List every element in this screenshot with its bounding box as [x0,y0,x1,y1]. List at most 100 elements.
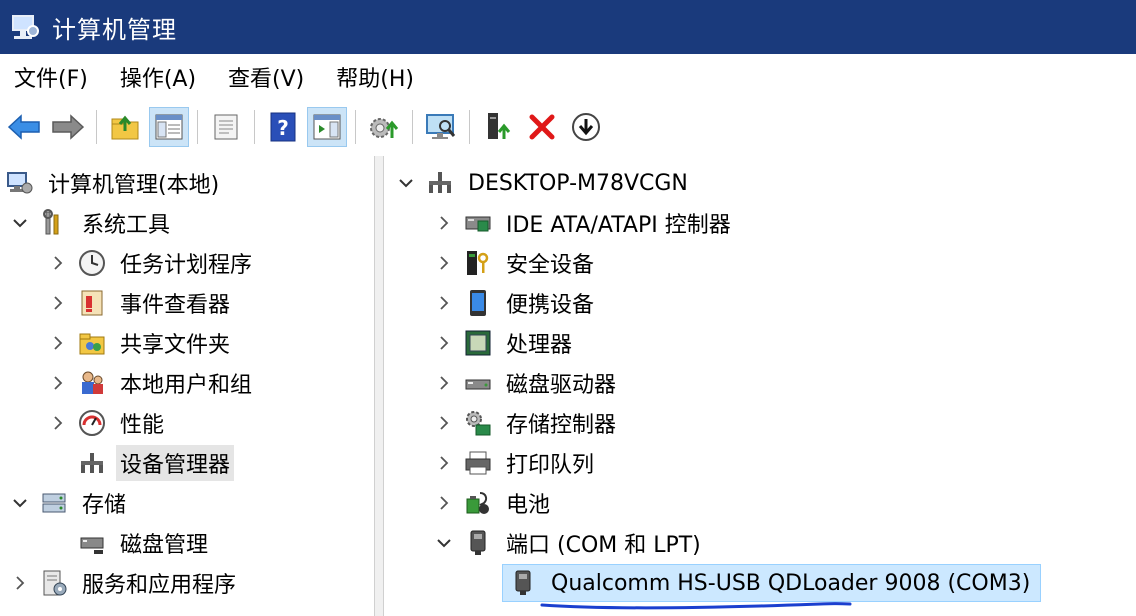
update-driver-icon [370,118,399,138]
show-hide-action-icon [313,114,341,140]
tree-label: 系统工具 [82,213,171,238]
menu-view[interactable]: 查看(V) [228,59,304,95]
ide-controller-icon [462,207,494,239]
toolbar-separator [412,110,413,144]
back-icon [7,114,40,140]
tree-item-device-manager[interactable]: 设备管理器 [76,444,235,482]
chevron-right-icon[interactable] [432,491,456,515]
computer-management-icon [10,12,40,42]
chevron-right-icon[interactable] [432,251,456,275]
device-category-disk-drives[interactable]: 磁盘驱动器 [432,364,620,402]
toolbar-separator [96,110,97,144]
tree-label: 处理器 [506,333,573,358]
processor-icon [462,327,494,359]
chevron-down-icon[interactable] [8,211,32,235]
device-category-portable[interactable]: 便携设备 [432,284,598,322]
chevron-right-icon[interactable] [432,211,456,235]
show-hide-console-tree-button[interactable] [149,107,189,147]
pane-splitter[interactable] [374,156,384,616]
tree-label: 事件查看器 [120,293,231,318]
tree-item-local-users[interactable]: 本地用户和组 [46,364,256,402]
update-driver-button[interactable] [364,107,404,147]
tree-label: 性能 [120,413,165,438]
toolbar-separator [254,110,255,144]
annotation-underline [540,602,852,610]
tree-item-computer-management[interactable]: 计算机管理(本地) [4,164,223,202]
tree-item-services-apps[interactable]: 服务和应用程序 [8,564,240,602]
device-category-ide[interactable]: IDE ATA/ATAPI 控制器 [432,204,735,242]
tree-label: 便携设备 [506,293,595,318]
up-button[interactable] [105,107,145,147]
tree-item-event-viewer[interactable]: 事件查看器 [46,284,234,322]
menu-bar: 文件(F) 操作(A) 查看(V) 帮助(H) [0,54,1136,100]
tree-label: 电池 [506,493,551,518]
tree-item-task-scheduler[interactable]: 任务计划程序 [46,244,256,282]
tree-label: 共享文件夹 [120,333,231,358]
tree-item-system-tools[interactable]: 系统工具 [8,204,174,242]
chevron-right-icon[interactable] [8,571,32,595]
device-tree-computer[interactable]: DESKTOP-M78VCGN [394,164,692,202]
tree-label: 存储控制器 [506,413,617,438]
battery-icon [462,487,494,519]
chevron-right-icon[interactable] [432,331,456,355]
enable-device-button[interactable] [478,107,518,147]
chevron-right-icon[interactable] [432,451,456,475]
chevron-right-icon[interactable] [46,331,70,355]
tree-label: 打印队列 [506,453,595,478]
tree-label: 磁盘驱动器 [506,373,617,398]
port-icon [462,527,494,559]
chevron-down-icon[interactable] [394,171,418,195]
scan-hardware-button[interactable] [421,107,461,147]
users-icon [76,367,108,399]
menu-help[interactable]: 帮助(H) [336,59,414,95]
performance-icon [76,407,108,439]
toolbar-separator [355,110,356,144]
computer-management-icon [4,167,36,199]
properties-button[interactable] [206,107,246,147]
tree-label: IDE ATA/ATAPI 控制器 [506,213,731,238]
tree-item-storage[interactable]: 存储 [8,484,130,522]
disk-management-icon [76,527,108,559]
console-tree-pane: 计算机管理(本地) 系统工具 任务计划程序 事件查看器 共享文件夹 本地用户和组… [0,156,378,616]
event-viewer-icon [76,287,108,319]
tree-label: 本地用户和组 [120,373,253,398]
device-category-print-queues[interactable]: 打印队列 [432,444,598,482]
tools-icon [38,207,70,239]
device-category-ports[interactable]: 端口 (COM 和 LPT) [432,524,705,562]
svg-text:?: ? [277,116,289,140]
tree-item-shared-folders[interactable]: 共享文件夹 [46,324,234,362]
storage-controller-icon [462,407,494,439]
chevron-right-icon[interactable] [432,411,456,435]
tree-label: 服务和应用程序 [82,573,237,598]
chevron-right-icon[interactable] [46,251,70,275]
tree-label: Qualcomm HS-USB QDLoader 9008 (COM3) [551,570,1031,596]
chevron-right-icon[interactable] [46,371,70,395]
chevron-right-icon[interactable] [46,411,70,435]
menu-action[interactable]: 操作(A) [120,59,196,95]
forward-button[interactable] [48,107,88,147]
disable-device-icon [572,113,600,141]
menu-file[interactable]: 文件(F) [14,59,88,95]
device-category-security[interactable]: 安全设备 [432,244,598,282]
device-qualcomm-qdloader[interactable]: Qualcomm HS-USB QDLoader 9008 (COM3) [502,564,1042,602]
uninstall-device-button[interactable] [522,107,562,147]
chevron-right-icon[interactable] [432,371,456,395]
tree-item-performance[interactable]: 性能 [46,404,168,442]
chevron-down-icon[interactable] [432,531,456,555]
back-button[interactable] [4,107,44,147]
chevron-right-icon[interactable] [46,291,70,315]
portable-device-icon [462,287,494,319]
tree-label: 磁盘管理 [120,533,209,558]
disable-device-button[interactable] [566,107,606,147]
tree-label: 存储 [82,493,127,518]
device-category-battery[interactable]: 电池 [432,484,554,522]
help-button[interactable]: ? [263,107,303,147]
device-category-processor[interactable]: 处理器 [432,324,576,362]
toolbar: ? [0,100,1136,154]
chevron-right-icon[interactable] [432,291,456,315]
device-category-storage-controllers[interactable]: 存储控制器 [432,404,620,442]
chevron-down-icon[interactable] [8,491,32,515]
tree-item-disk-management[interactable]: 磁盘管理 [76,524,212,562]
show-hide-action-pane-button[interactable] [307,107,347,147]
disk-drive-icon [462,367,494,399]
